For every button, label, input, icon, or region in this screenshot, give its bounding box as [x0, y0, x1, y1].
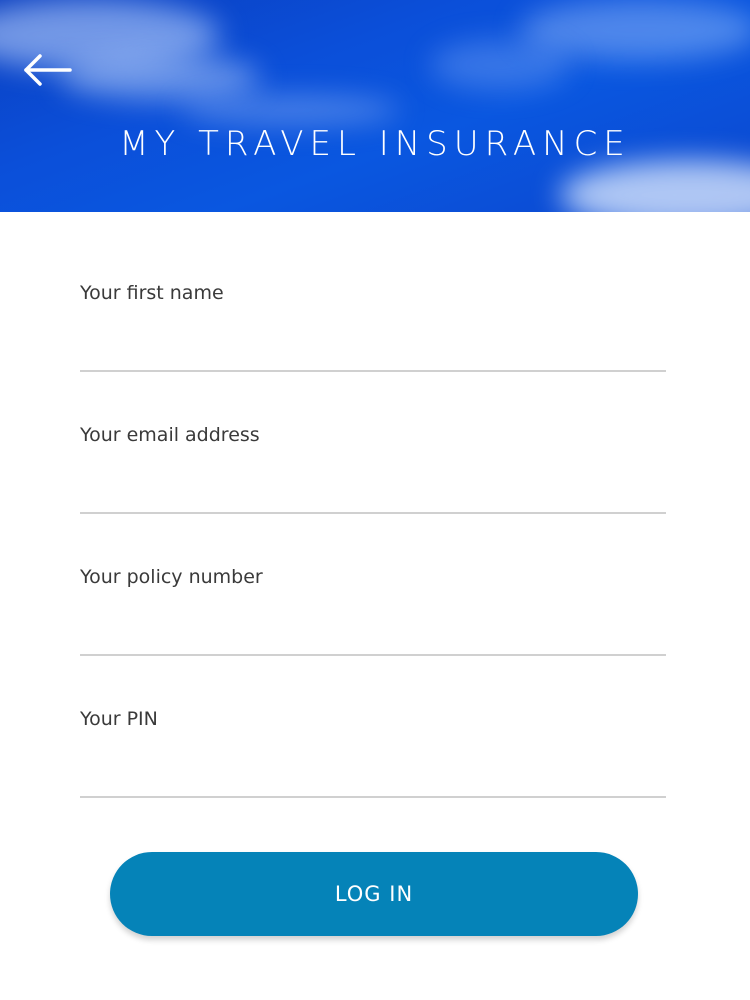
login-form: Your first name Your email address Your …: [80, 212, 666, 798]
pin-field: Your PIN: [80, 638, 666, 798]
login-screen: MY TRAVEL INSURANCE Your first name Your…: [0, 0, 750, 1000]
first-name-label: Your first name: [80, 282, 224, 304]
first-name-field: Your first name: [80, 212, 666, 372]
pin-label: Your PIN: [80, 708, 158, 730]
header-banner: MY TRAVEL INSURANCE: [0, 0, 750, 212]
email-label: Your email address: [80, 424, 260, 446]
page-title: MY TRAVEL INSURANCE: [119, 124, 631, 164]
login-button[interactable]: LOG IN: [110, 852, 638, 936]
pin-input[interactable]: [80, 742, 666, 794]
policy-number-label: Your policy number: [80, 566, 263, 588]
policy-number-field: Your policy number: [80, 496, 666, 656]
input-underline: [80, 796, 666, 798]
arrow-left-icon: [24, 54, 72, 86]
sky-cloud: [60, 55, 260, 100]
back-button[interactable]: [18, 48, 78, 92]
email-field: Your email address: [80, 354, 666, 514]
sky-cloud: [560, 160, 750, 212]
sky-cloud: [180, 95, 400, 125]
sky-cloud: [430, 40, 570, 90]
